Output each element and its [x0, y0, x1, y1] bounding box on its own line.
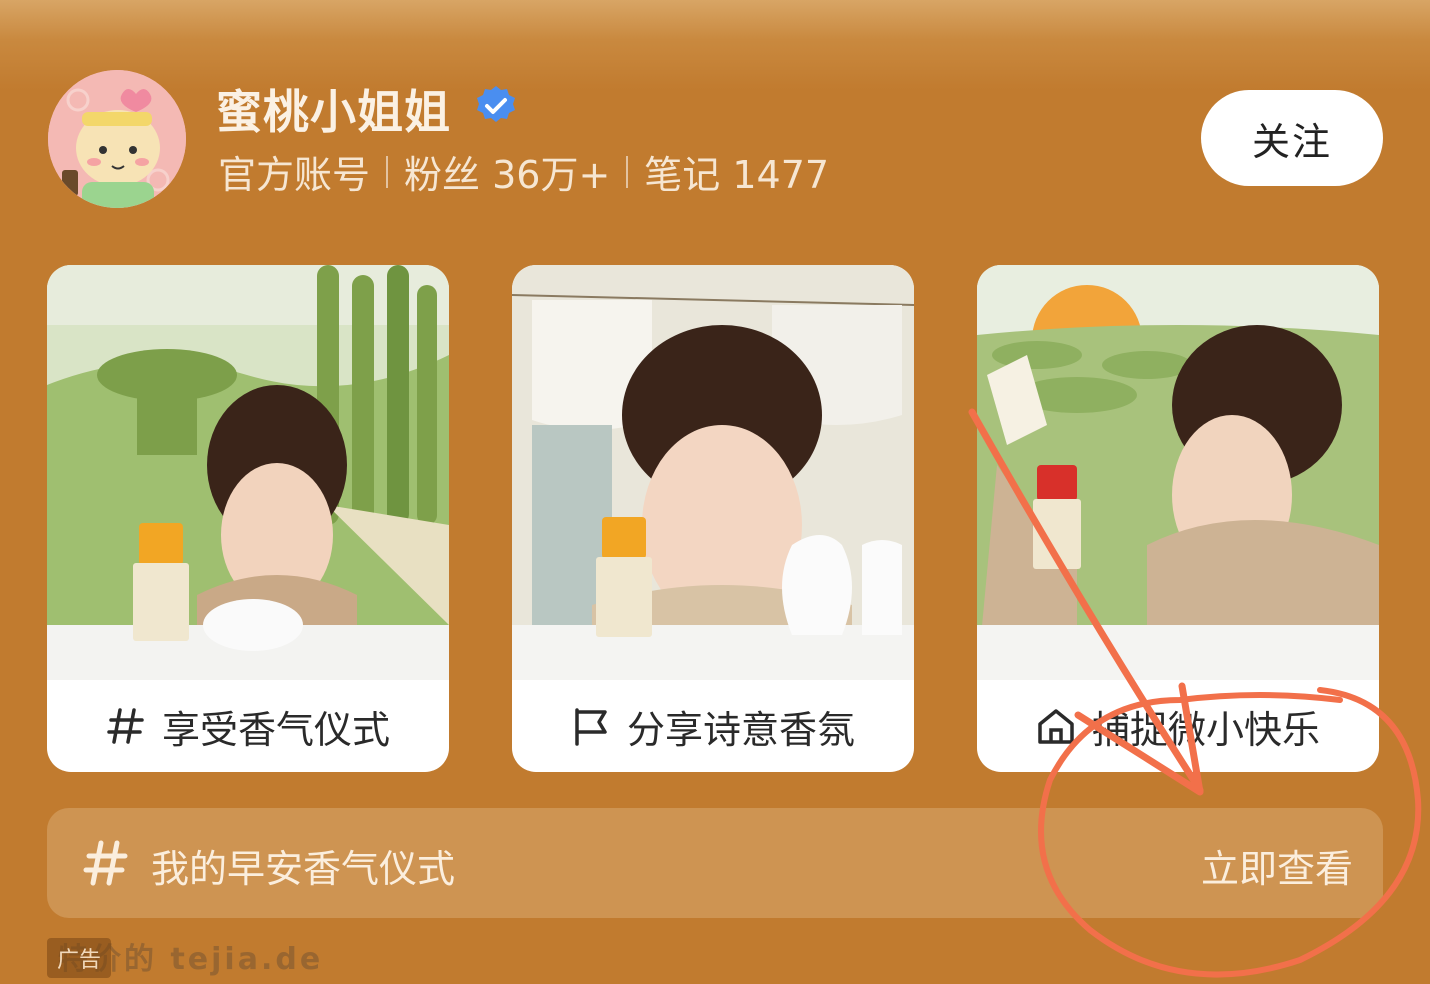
card-caption: 享受香气仪式: [47, 680, 449, 772]
card-label: 享受香气仪式: [161, 707, 390, 752]
home-icon: [1036, 706, 1076, 746]
card-caption: 分享诗意香氛: [512, 680, 914, 772]
flag-icon: [571, 706, 611, 746]
hashtag-icon: [106, 706, 146, 746]
hashtag-icon: [83, 838, 129, 888]
fans-count: 粉丝 36万+: [404, 153, 611, 197]
card-caption: 捕捉微小快乐: [977, 680, 1379, 772]
meta-divider: [626, 155, 629, 188]
meta-divider: [386, 155, 389, 188]
card-image: [977, 265, 1379, 680]
topic-card[interactable]: 分享诗意香氛: [512, 265, 914, 772]
account-meta: 官方账号 粉丝 36万+ 笔记 1477: [218, 144, 829, 199]
card-label: 捕捉微小快乐: [1091, 707, 1320, 752]
topic-card[interactable]: 捕捉微小快乐: [977, 265, 1379, 772]
notes-count: 笔记 1477: [644, 153, 830, 197]
card-label: 分享诗意香氛: [626, 707, 855, 752]
topic-card[interactable]: 享受香气仪式: [47, 265, 449, 772]
verified-badge-icon: [474, 84, 518, 128]
topic-bar[interactable]: 我的早安香气仪式 立即查看: [47, 808, 1383, 918]
follow-button[interactable]: 关注: [1201, 90, 1383, 186]
avatar[interactable]: [48, 70, 186, 208]
view-now-link[interactable]: 立即查看: [1201, 838, 1353, 893]
card-image: [512, 265, 914, 680]
account-name[interactable]: 蜜桃小姐姐: [216, 76, 451, 142]
card-image: [47, 265, 449, 680]
account-type: 官方账号: [218, 153, 371, 197]
topic-title: 我的早安香气仪式: [151, 847, 456, 891]
ad-label: 广告: [47, 938, 112, 978]
